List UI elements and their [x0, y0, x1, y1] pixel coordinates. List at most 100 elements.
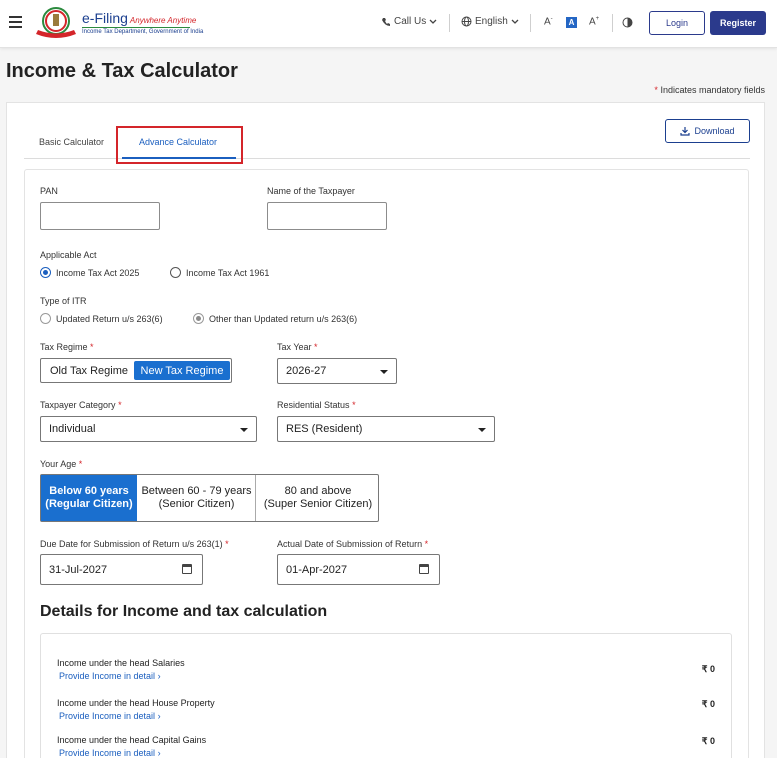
tax-regime-label: Tax Regime *	[40, 342, 94, 352]
capital-gains-detail-link[interactable]: Provide Income in detail ›	[59, 748, 161, 758]
due-date-label: Due Date for Submission of Return u/s 26…	[40, 539, 229, 549]
brand-block[interactable]: e-Filing Anywhere Anytime Income Tax Depa…	[82, 10, 203, 35]
emblem-logo[interactable]	[34, 6, 78, 40]
act-1961-radio[interactable]: Income Tax Act 1961	[170, 267, 269, 278]
taxpayer-name-input[interactable]	[267, 202, 387, 230]
taxpayer-category-label-text: Taxpayer Category	[40, 400, 116, 410]
salaries-amount: ₹ 0	[701, 664, 715, 674]
brand-divider	[82, 27, 190, 28]
age-toggle: Below 60 years (Regular Citizen) Between…	[40, 474, 379, 522]
mandatory-star: *	[654, 85, 658, 95]
tax-year-label-text: Tax Year	[277, 342, 312, 352]
required-star: *	[78, 459, 83, 469]
taxpayer-category-select[interactable]: Individual	[40, 416, 257, 442]
residential-status-label-text: Residential Status	[277, 400, 350, 410]
login-button[interactable]: Login	[649, 11, 705, 35]
chevron-down-icon	[511, 19, 519, 24]
age-below-60-option[interactable]: Below 60 years (Regular Citizen)	[41, 475, 137, 521]
radio-button-selected[interactable]	[40, 267, 51, 278]
itr-updated-radio[interactable]: Updated Return u/s 263(6)	[40, 313, 163, 324]
language-label: English	[475, 16, 508, 27]
download-icon	[680, 127, 691, 136]
itr-other-radio[interactable]: Other than Updated return u/s 263(6)	[193, 313, 357, 324]
radio-button[interactable]	[170, 267, 181, 278]
brand-name: e-Filing	[82, 10, 128, 26]
required-star: *	[314, 342, 318, 352]
residential-status-label: Residential Status *	[277, 400, 356, 410]
required-star: *	[118, 400, 122, 410]
new-tax-regime-option[interactable]: New Tax Regime	[134, 361, 230, 380]
act-2025-radio[interactable]: Income Tax Act 2025	[40, 267, 139, 278]
radio-button-selected[interactable]	[193, 313, 204, 324]
brand-tagline: Anywhere Anytime	[129, 16, 197, 25]
required-star: *	[90, 342, 94, 352]
font-decrease-button[interactable]: A-	[544, 16, 553, 27]
calendar-icon[interactable]	[419, 564, 429, 574]
applicable-act-label: Applicable Act	[40, 250, 97, 260]
details-section-title: Details for Income and tax calculation	[40, 603, 328, 620]
language-select[interactable]: English	[461, 16, 519, 27]
menu-icon[interactable]	[9, 16, 22, 28]
required-star: *	[352, 400, 356, 410]
call-us-label: Call Us	[394, 16, 427, 27]
due-date-value: 31-Jul-2027	[49, 563, 108, 576]
header-divider	[530, 14, 531, 32]
chevron-down-icon	[429, 19, 437, 24]
highlight-annotation-box	[116, 126, 243, 164]
required-star: *	[225, 539, 229, 549]
income-salaries-label: Income under the head Salaries	[57, 658, 185, 668]
age-option-title: Between 60 - 79 years	[141, 485, 252, 497]
radio-button[interactable]	[40, 313, 51, 324]
top-header: e-Filing Anywhere Anytime Income Tax Depa…	[0, 0, 777, 48]
detail-link-text: Provide Income in detail	[59, 748, 156, 758]
actual-date-value: 01-Apr-2027	[286, 563, 348, 576]
act-2025-label: Income Tax Act 2025	[56, 267, 140, 278]
old-tax-regime-option[interactable]: Old Tax Regime	[45, 361, 133, 380]
header-divider	[449, 14, 450, 32]
due-date-input[interactable]: 31-Jul-2027	[40, 554, 203, 585]
age-option-subtitle: (Regular Citizen)	[45, 498, 133, 510]
act-1961-label: Income Tax Act 1961	[186, 267, 270, 278]
age-option-subtitle: (Senior Citizen)	[158, 498, 235, 510]
detail-link-text: Provide Income in detail	[59, 711, 156, 721]
header-divider	[612, 14, 613, 32]
age-label-text: Your Age	[40, 459, 77, 469]
chevron-right-icon: ›	[157, 711, 161, 721]
page-title: Income & Tax Calculator	[6, 60, 238, 82]
mandatory-note: * Indicates mandatory fields	[654, 85, 765, 95]
taxpayer-category-label: Taxpayer Category *	[40, 400, 122, 410]
actual-date-input[interactable]: 01-Apr-2027	[277, 554, 440, 585]
tax-regime-toggle: Old Tax Regime New Tax Regime	[40, 358, 232, 383]
age-60-79-option[interactable]: Between 60 - 79 years (Senior Citizen)	[138, 475, 256, 521]
call-us-menu[interactable]: Call Us	[381, 16, 437, 27]
capital-gains-amount: ₹ 0	[701, 736, 715, 746]
font-increase-label: A	[589, 16, 596, 28]
age-option-title: 80 and above	[284, 485, 352, 497]
download-button[interactable]: Download	[665, 119, 750, 143]
calendar-icon[interactable]	[182, 564, 192, 574]
itr-updated-label: Updated Return u/s 263(6)	[56, 313, 163, 324]
detail-link-text: Provide Income in detail	[59, 671, 156, 681]
actual-date-label-text: Actual Date of Submission of Return	[277, 539, 423, 549]
itr-other-label: Other than Updated return u/s 263(6)	[209, 313, 358, 324]
residential-status-select[interactable]: RES (Resident)	[277, 416, 495, 442]
chevron-right-icon: ›	[157, 748, 161, 758]
tax-year-select[interactable]: 2026-27	[277, 358, 397, 384]
register-button[interactable]: Register	[710, 11, 766, 35]
dropdown-caret-icon	[380, 370, 388, 374]
itr-type-label: Type of ITR	[40, 296, 87, 306]
tab-basic-calculator[interactable]: Basic Calculator	[39, 137, 104, 147]
font-normal-button[interactable]: A	[566, 17, 577, 28]
house-property-detail-link[interactable]: Provide Income in detail ›	[59, 711, 161, 721]
font-increase-button[interactable]: A+	[589, 16, 599, 27]
salaries-detail-link[interactable]: Provide Income in detail ›	[59, 671, 161, 681]
download-label: Download	[694, 126, 735, 136]
age-80-above-option[interactable]: 80 and above (Super Senior Citizen)	[257, 475, 379, 521]
pan-input[interactable]	[40, 202, 160, 230]
contrast-icon[interactable]	[622, 17, 633, 28]
income-capital-gains-label: Income under the head Capital Gains	[57, 735, 207, 745]
pan-label: PAN	[40, 186, 58, 196]
required-star: *	[424, 539, 429, 549]
income-house-property-label: Income under the head House Property	[57, 698, 215, 708]
age-label: Your Age *	[40, 459, 82, 469]
